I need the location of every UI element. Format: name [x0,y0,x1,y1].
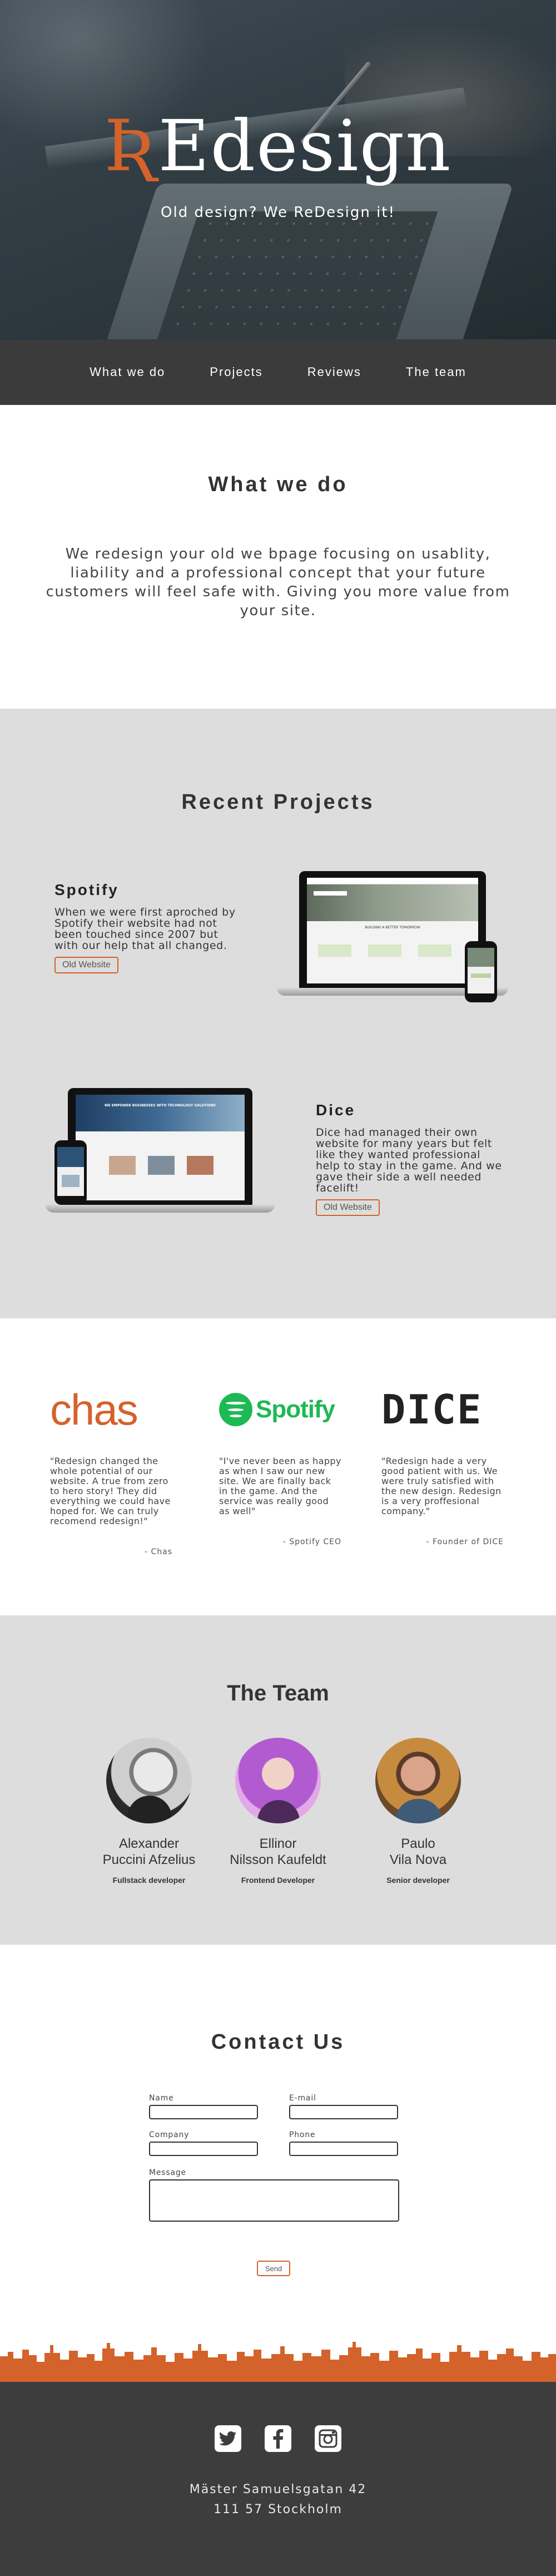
review-author: - Chas [144,1547,172,1556]
contact-title: Contact Us [211,2030,345,2054]
send-button[interactable]: Send [257,2261,290,2276]
email-field[interactable] [289,2105,398,2119]
review-author: - Spotify CEO [282,1537,341,1546]
name-field-group: Name [149,2094,258,2119]
footer: Mäster Samuelsgatan 42 111 57 Stockholm [0,2382,556,2576]
projects-title: Recent Projects [181,790,375,814]
review-quote: "Redesign hade a very good patient with … [381,1456,502,1516]
contact-section: Contact Us Name E-mail Company Phone Mes… [0,1945,556,2340]
project-title: Spotify [54,881,119,898]
team-member: Ellinor Nilsson Kaufeldt Frontend Develo… [206,1738,350,1885]
message-label: Message [149,2168,186,2177]
email-field-group: E-mail [289,2094,398,2119]
spotify-icon [219,1393,252,1426]
address-city: 111 57 Stockholm [214,2503,342,2516]
review-quote: "I've never been as happy as when I saw … [219,1456,341,1516]
avatar [235,1738,321,1823]
project-phone-mockup [465,941,497,1002]
nav-item-the-team[interactable]: The team [406,365,466,379]
member-last-name: Vila Nova [389,1852,447,1867]
site-logo[interactable]: ƦEdesign [0,111,556,181]
spotify-logo: Spotify [219,1387,341,1432]
laptop-screen: WE EMPOWER BUSINESSES WITH TECHNOLOGY SO… [76,1095,245,1200]
member-first-name: Paulo [401,1836,435,1851]
skyline-graphic [0,2342,556,2382]
hero: ƦEdesign Old design? We ReDesign it! [0,0,556,339]
instagram-icon[interactable] [315,2425,341,2452]
dice-logo: DICE [381,1386,483,1433]
facebook-icon[interactable] [265,2425,291,2452]
address-street: Mäster Samuelsgatan 42 [189,2483,367,2496]
review-author: - Founder of DICE [426,1537,504,1546]
laptop-screen-heading: BUILDING A BETTER TOMORROW [365,926,420,929]
name-label: Name [149,2094,174,2103]
review-dice: DICE "Redesign hade a very good patient … [381,1387,504,1546]
member-last-name: Nilsson Kaufeldt [230,1852,326,1867]
name-field[interactable] [149,2105,258,2119]
phone-field[interactable] [289,2142,398,2156]
what-we-do-text: We redesign your old we bpage focusing o… [46,546,510,619]
avatar [375,1738,461,1823]
project-phone-mockup [54,1140,87,1205]
twitter-icon[interactable] [215,2425,241,2452]
reviews-section: chas "Redesign changed the whole potenti… [0,1318,556,1615]
member-first-name: Ellinor [259,1836,297,1851]
email-label: E-mail [289,2094,316,2103]
logo-word: Edesign [158,105,452,187]
phone-field-group: Phone [289,2130,398,2156]
what-we-do-title: What we do [208,473,348,496]
team-member: Alexander Puccini Afzelius Fullstack dev… [77,1738,221,1885]
review-chas: chas "Redesign changed the whole potenti… [50,1387,172,1556]
nav-item-projects[interactable]: Projects [210,365,262,379]
review-spotify: Spotify "I've never been as happy as whe… [219,1387,341,1546]
team-member: Paulo Vila Nova Senior developer [346,1738,490,1885]
member-role: Fullstack developer [112,1876,186,1885]
nav-item-what-we-do[interactable]: What we do [90,365,165,379]
city-skyline [0,2340,556,2382]
company-label: Company [149,2130,190,2139]
laptop-screen: BUILDING A BETTER TOMORROW [307,878,478,983]
logo-mark: Ʀ [104,105,158,187]
member-role: Senior developer [386,1876,450,1885]
chas-logo: chas [50,1385,138,1434]
project-laptop-mockup: WE EMPOWER BUSINESSES WITH TECHNOLOGY SO… [46,1088,275,1213]
message-field-group: Message [149,2168,399,2222]
address: Mäster Samuelsgatan 42 111 57 Stockholm [0,2480,556,2520]
main-nav: What we do Projects Reviews The team [0,339,556,405]
team-section: The Team Alexander Puccini Afzelius Full… [0,1615,556,1945]
projects-section: Recent Projects Spotify When we were fir… [0,709,556,1318]
team-title: The Team [227,1681,329,1705]
nav-item-reviews[interactable]: Reviews [307,365,361,379]
project-title: Dice [316,1101,356,1119]
project-dice: Dice Dice had managed their own website … [316,1101,505,1216]
old-website-button[interactable]: Old Website [316,1199,380,1216]
project-laptop-mockup: BUILDING A BETTER TOMORROW [277,871,508,996]
company-field[interactable] [149,2142,258,2156]
project-description: When we were first aproched by Spotify t… [54,906,236,952]
avatar [106,1738,192,1823]
old-website-button[interactable]: Old Website [54,957,118,973]
project-description: Dice had managed their own website for m… [316,1126,502,1194]
member-first-name: Alexander [118,1836,180,1851]
company-field-group: Company [149,2130,258,2156]
member-last-name: Puccini Afzelius [102,1852,196,1867]
message-field[interactable] [149,2179,399,2222]
project-spotify: Spotify When we were first aproched by S… [54,881,238,973]
social-links [0,2425,556,2452]
what-we-do-section: What we do We redesign your old we bpage… [0,405,556,709]
member-role: Frontend Developer [241,1876,315,1885]
review-quote: "Redesign changed the whole potential of… [50,1456,171,1526]
laptop-screen-heading: WE EMPOWER BUSINESSES WITH TECHNOLOGY SO… [104,1104,216,1107]
phone-label: Phone [289,2130,316,2139]
hero-tagline: Old design? We ReDesign it! [161,204,395,221]
